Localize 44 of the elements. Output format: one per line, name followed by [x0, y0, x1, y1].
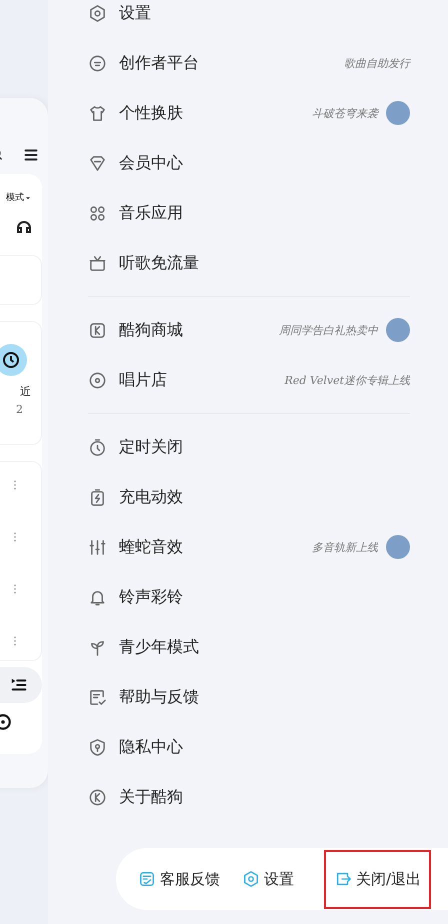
- settings-icon: [88, 4, 107, 22]
- gift-icon: [88, 254, 107, 272]
- feedback-icon: [88, 688, 107, 706]
- menu-item[interactable]: 会员中心: [88, 138, 410, 188]
- apps-icon: [88, 204, 107, 222]
- menu-item[interactable]: 蝰蛇音效 多音轨新上线: [88, 522, 410, 572]
- recent-count: 2: [16, 403, 23, 416]
- menu-item[interactable]: 音乐应用: [88, 188, 410, 238]
- promo-text: 多音轨新上线: [312, 540, 378, 554]
- menu-item[interactable]: 帮助与反馈: [88, 672, 410, 722]
- footer-button[interactable]: 关闭/退出: [324, 850, 432, 908]
- menu-item[interactable]: 设置: [88, 0, 410, 38]
- equalizer-icon: [88, 538, 107, 556]
- menu-item[interactable]: 铃声彩铃: [88, 572, 410, 622]
- exit-icon: [334, 870, 352, 888]
- shirt-icon: [88, 104, 107, 122]
- feedback-icon: [138, 870, 156, 888]
- menu-item[interactable]: 酷狗商城 周同学告白礼热卖中: [88, 305, 410, 355]
- settings-icon: [242, 870, 260, 888]
- footer-button[interactable]: 设置: [234, 852, 302, 906]
- clock-icon[interactable]: [1, 350, 21, 370]
- shield-icon: [88, 738, 107, 756]
- menu-item[interactable]: 听歌免流量: [88, 238, 410, 288]
- disc-icon: [88, 370, 107, 390]
- recent-label[interactable]: 近: [20, 384, 31, 399]
- menu-item[interactable]: 唱片店 Red Velvet迷你专辑上线: [88, 355, 410, 405]
- timer-icon: [88, 438, 107, 456]
- menu-item[interactable]: 充电动效: [88, 472, 410, 522]
- coin-icon: [88, 54, 107, 72]
- diamond-icon: [88, 154, 107, 172]
- menu-item[interactable]: 个性换肤 斗破苍穹来袭: [88, 88, 410, 138]
- menu-item[interactable]: 青少年模式: [88, 622, 410, 672]
- menu-item[interactable]: 创作者平台 歌曲自助发行: [88, 38, 410, 88]
- battery-icon: [88, 488, 107, 506]
- menu-item[interactable]: 关于酷狗: [88, 772, 410, 822]
- promo-text: 周同学告白礼热卖中: [279, 322, 378, 338]
- menu-item[interactable]: 定时关闭: [88, 422, 410, 472]
- menu-item[interactable]: 隐私中心: [88, 722, 410, 772]
- logo-icon: [88, 788, 107, 806]
- promo-text: 歌曲自助发行: [344, 56, 410, 70]
- footer-button[interactable]: 客服反馈: [130, 852, 228, 906]
- promo-text: 斗破苍穹来袭: [312, 106, 378, 120]
- shop-icon: [88, 320, 107, 340]
- promo-text: Red Velvet迷你专辑上线: [284, 372, 410, 388]
